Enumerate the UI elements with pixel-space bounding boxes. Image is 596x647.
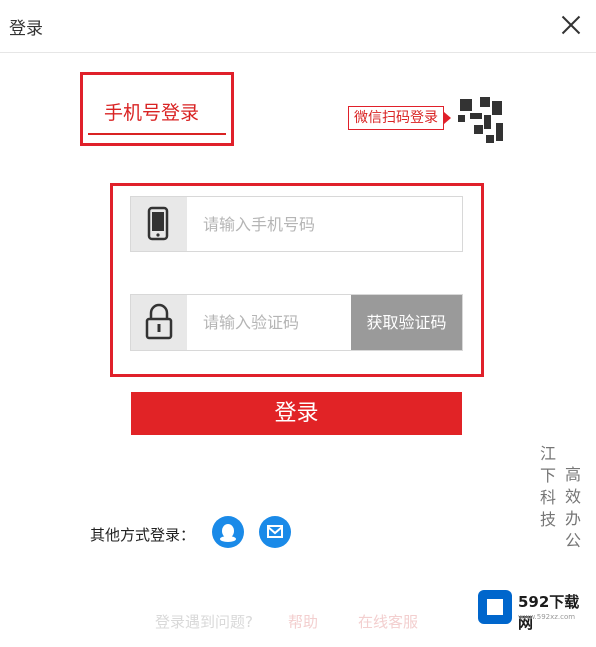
brand-url: www.592xz.com [518, 613, 576, 621]
online-service-link[interactable]: 在线客服 [358, 611, 418, 632]
brand-logo-icon [478, 590, 512, 624]
get-code-button[interactable]: 获取验证码 [351, 295, 462, 350]
phone-input[interactable] [201, 214, 385, 235]
phone-field[interactable] [130, 196, 463, 252]
tab-phone-login[interactable]: 手机号登录 [104, 98, 199, 125]
brand-watermark: 592下载网 www.592xz.com [478, 587, 592, 632]
window-title: 登录 [9, 19, 43, 39]
help-link[interactable]: 帮助 [288, 611, 318, 632]
qq-icon[interactable] [212, 516, 244, 548]
help-text: 登录遇到问题? [155, 613, 253, 631]
wechat-login-tag[interactable]: 微信扫码登录 [348, 106, 451, 130]
title-bar: 登录 [0, 0, 596, 53]
watermark-line1: 江下科技 [540, 444, 557, 529]
lock-icon [131, 295, 187, 350]
other-login-label: 其他方式登录： [90, 526, 196, 544]
close-icon[interactable] [556, 10, 586, 40]
brand-name: 592下载网 [518, 593, 580, 632]
tab-underline [88, 133, 226, 135]
mail-icon[interactable] [259, 516, 291, 548]
qr-code-icon[interactable] [456, 95, 504, 145]
login-button[interactable]: 登录 [131, 392, 462, 435]
phone-icon [131, 197, 187, 251]
code-field[interactable]: 获取验证码 [130, 294, 463, 351]
watermark-line2: 高效办公 [565, 465, 582, 550]
